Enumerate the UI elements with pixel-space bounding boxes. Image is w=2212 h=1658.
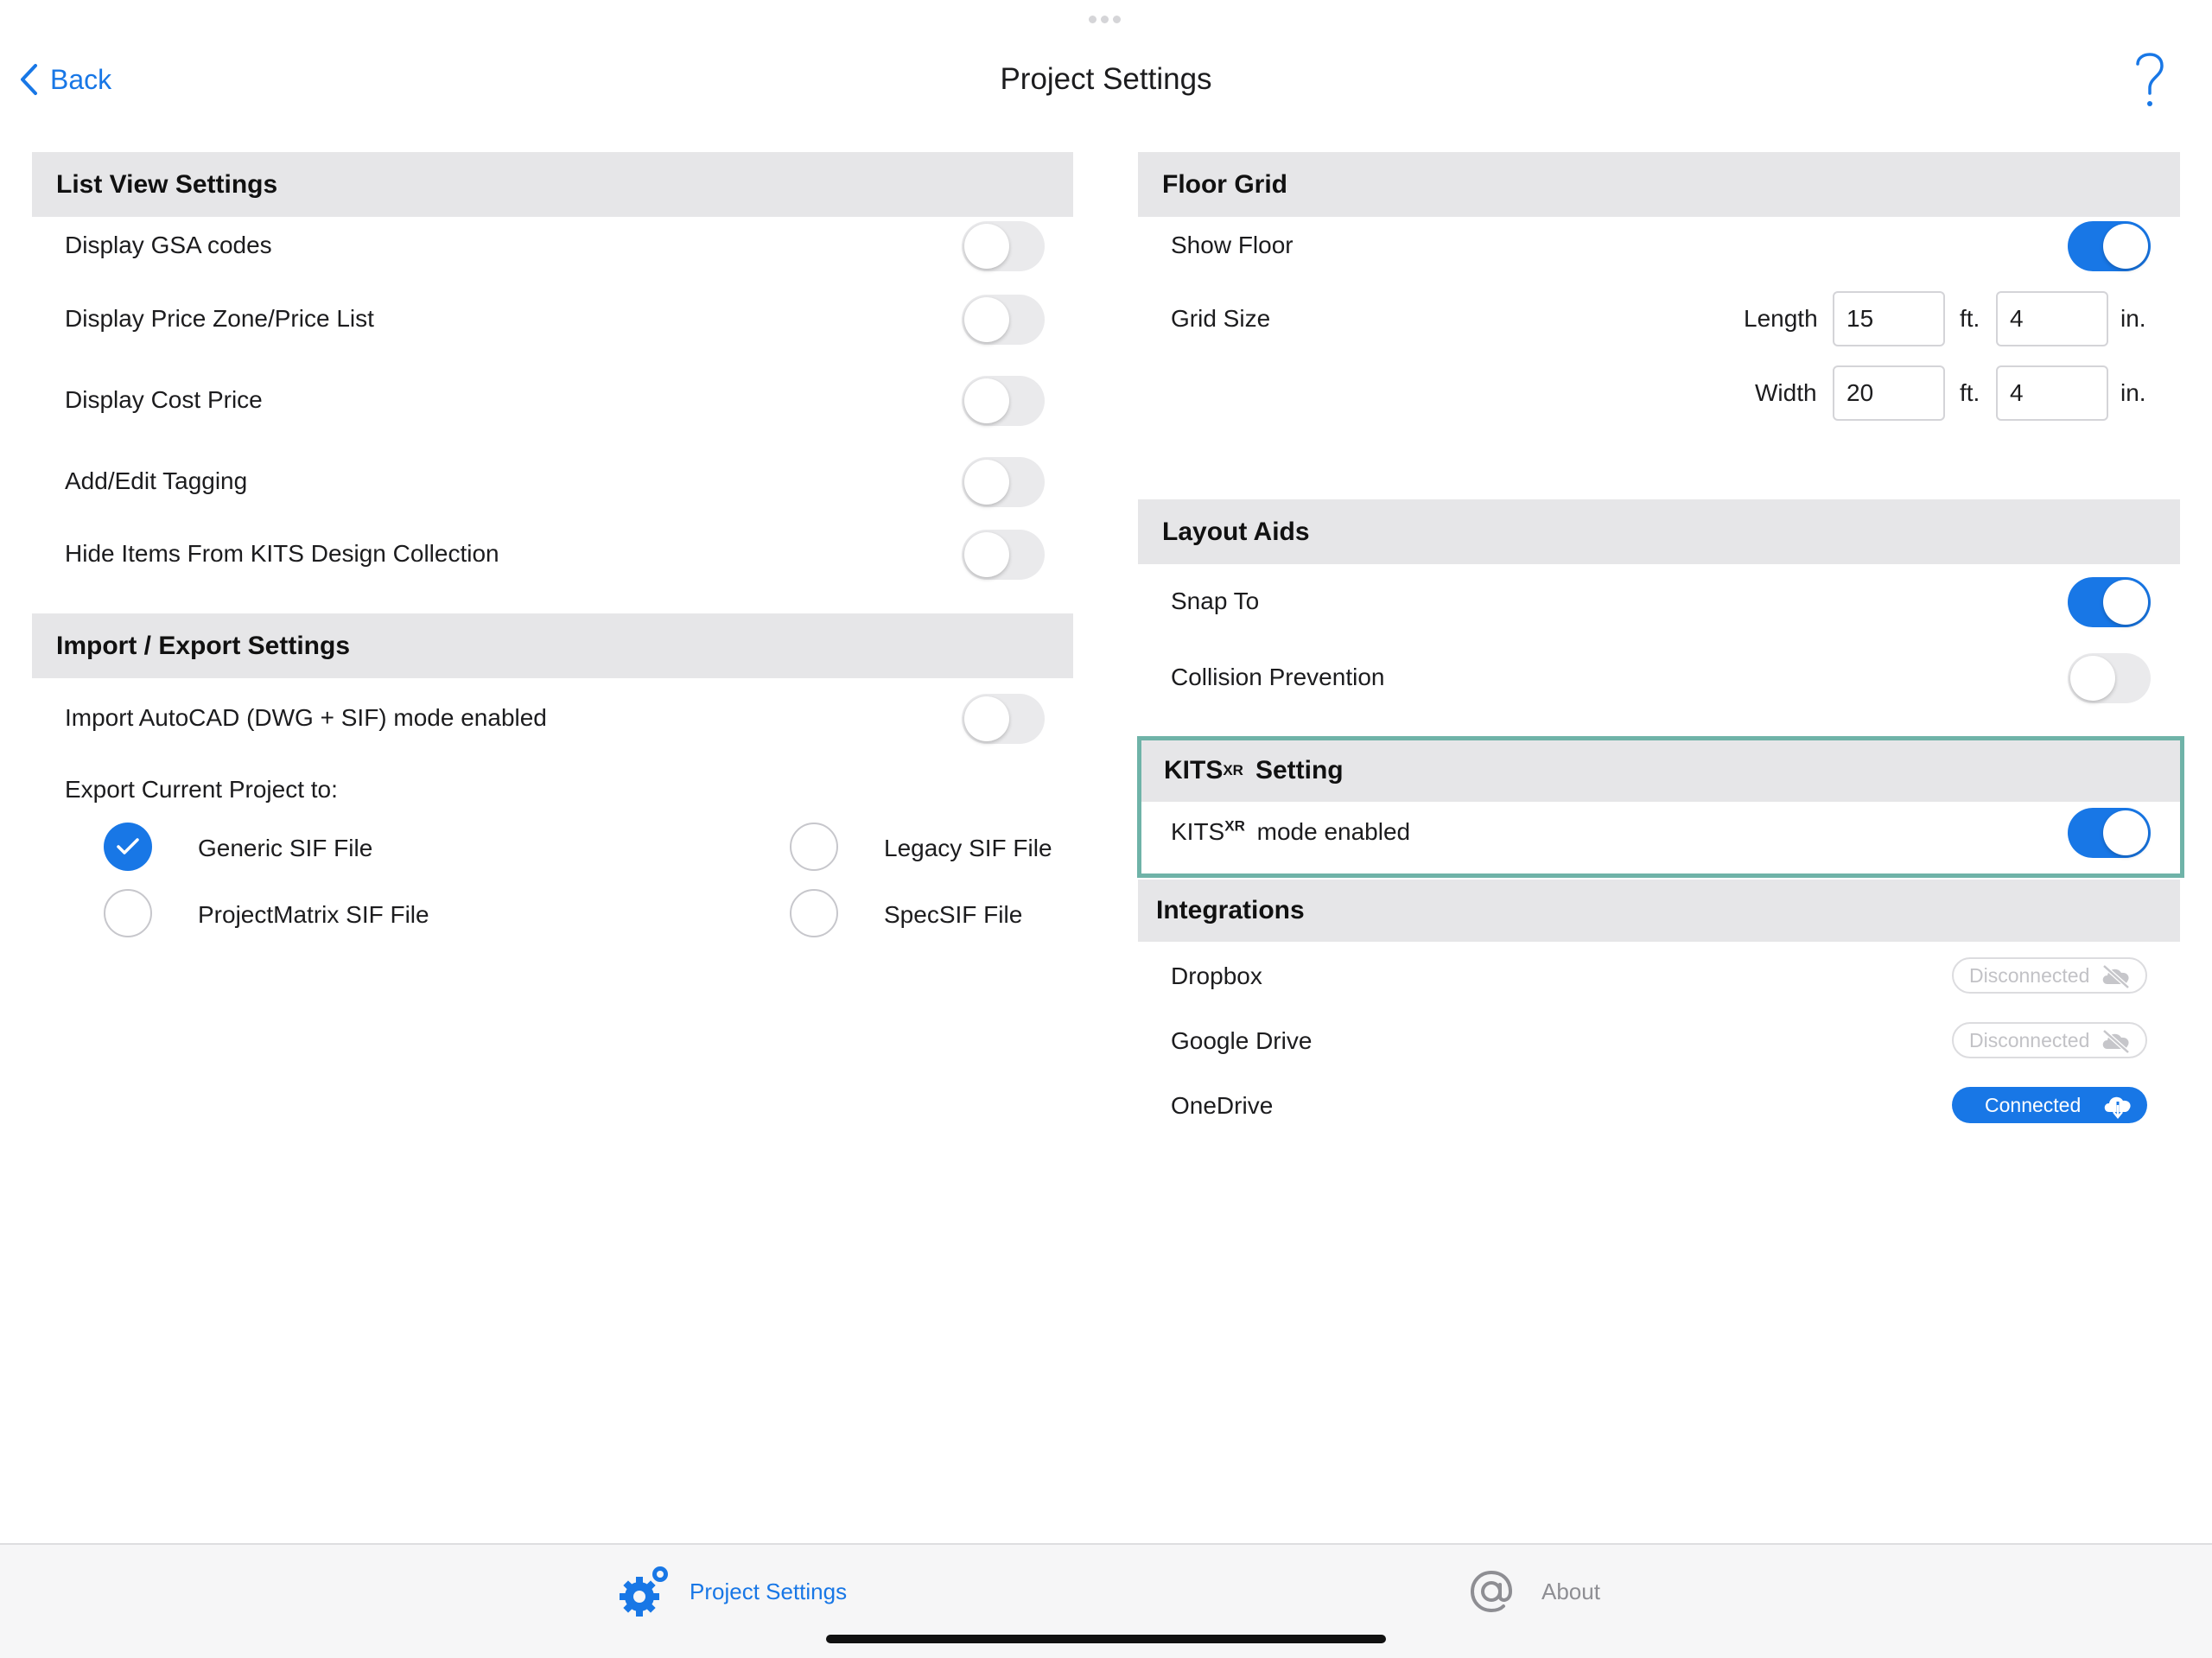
collision-prevention-label: Collision Prevention [1171, 664, 1385, 690]
onedrive-status-button[interactable]: Connected [1952, 1087, 2147, 1123]
onedrive-status-text: Connected [1985, 1093, 2082, 1116]
width-feet-field[interactable]: 20 [1833, 365, 1945, 421]
dropbox-label: Dropbox [1171, 962, 1262, 989]
length-label: Length [1744, 305, 1818, 332]
width-label: Width [1755, 379, 1817, 406]
generic-sif-label: Generic SIF File [198, 835, 373, 861]
page-title: Project Settings [1000, 62, 1212, 96]
display-price-zone-toggle[interactable] [962, 295, 1045, 345]
display-gsa-codes-toggle[interactable] [962, 221, 1045, 271]
tab-project-settings-label: Project Settings [690, 1578, 848, 1604]
projectmatrix-sif-radio[interactable] [104, 889, 152, 937]
at-sign-icon [1470, 1570, 1513, 1613]
multitasking-grabber[interactable] [1089, 16, 1123, 24]
floor-grid-header: Floor Grid [1138, 152, 2180, 217]
google-drive-label: Google Drive [1171, 1027, 1313, 1054]
onedrive-label: OneDrive [1171, 1092, 1274, 1119]
specsif-label: SpecSIF File [884, 901, 1023, 928]
tab-about[interactable]: About [1465, 1560, 1600, 1623]
display-cost-price-label: Display Cost Price [65, 386, 263, 413]
show-floor-toggle[interactable] [2068, 221, 2151, 271]
length-feet-unit: ft. [1960, 305, 1980, 332]
display-price-zone-label: Display Price Zone/Price List [65, 305, 374, 332]
checkmark-icon [117, 838, 139, 854]
import-autocad-toggle[interactable] [962, 694, 1045, 744]
hide-kits-design-collection-toggle[interactable] [962, 530, 1045, 580]
width-inches-unit: in. [2120, 379, 2146, 406]
question-mark-icon [2136, 53, 2164, 106]
width-inches-field[interactable]: 4 [1996, 365, 2108, 421]
specsif-radio[interactable] [790, 889, 838, 937]
import-autocad-label: Import AutoCAD (DWG + SIF) mode enabled [65, 704, 547, 731]
legacy-sif-radio[interactable] [790, 823, 838, 871]
home-indicator [826, 1635, 1386, 1643]
tab-project-settings[interactable]: Project Settings [617, 1560, 847, 1623]
length-feet-field[interactable]: 15 [1833, 291, 1945, 346]
collision-prevention-toggle[interactable] [2068, 653, 2151, 703]
help-button[interactable] [2126, 45, 2174, 114]
add-edit-tagging-toggle[interactable] [962, 457, 1045, 507]
dropbox-status-text: Disconnected [1969, 963, 2090, 987]
google-drive-status-text: Disconnected [1969, 1028, 2090, 1051]
width-feet-unit: ft. [1960, 379, 1980, 406]
length-inches-field[interactable]: 4 [1996, 291, 2108, 346]
cloud-download-icon [2104, 1096, 2131, 1119]
cloud-off-icon [2102, 1029, 2130, 1054]
list-view-settings-header: List View Settings [32, 152, 1073, 217]
grid-size-label: Grid Size [1171, 305, 1271, 332]
projectmatrix-sif-label: ProjectMatrix SIF File [198, 901, 429, 928]
show-floor-label: Show Floor [1171, 232, 1294, 258]
import-export-settings-header: Import / Export Settings [32, 613, 1073, 678]
display-cost-price-toggle[interactable] [962, 376, 1045, 426]
gear-icon [620, 1566, 668, 1617]
integrations-header: Integrations [1138, 880, 2180, 942]
legacy-sif-label: Legacy SIF File [884, 835, 1052, 861]
export-current-project-label: Export Current Project to: [65, 776, 338, 803]
snap-to-toggle[interactable] [2068, 577, 2151, 627]
dropbox-status-button[interactable]: Disconnected [1952, 957, 2147, 994]
length-inches-unit: in. [2120, 305, 2146, 332]
hide-kits-design-collection-label: Hide Items From KITS Design Collection [65, 540, 499, 567]
tab-about-label: About [1541, 1578, 1600, 1604]
add-edit-tagging-label: Add/Edit Tagging [65, 467, 248, 494]
generic-sif-radio[interactable] [104, 823, 152, 871]
layout-aids-header: Layout Aids [1138, 499, 2180, 564]
google-drive-status-button[interactable]: Disconnected [1952, 1022, 2147, 1058]
snap-to-label: Snap To [1171, 588, 1260, 614]
kits-xr-highlight-frame [1137, 736, 2184, 878]
cloud-off-icon [2102, 964, 2130, 989]
display-gsa-codes-label: Display GSA codes [65, 232, 272, 258]
